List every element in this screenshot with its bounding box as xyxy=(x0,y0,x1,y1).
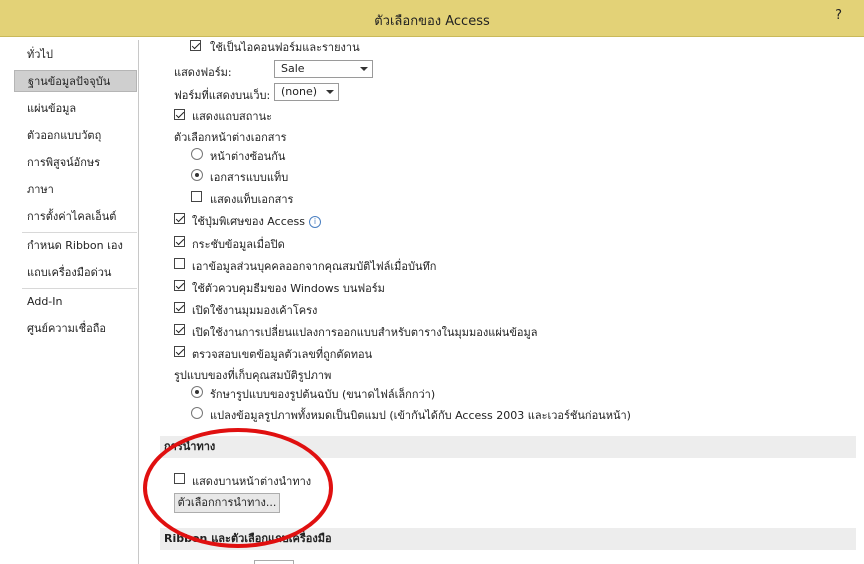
truncated-fields-checkbox[interactable] xyxy=(174,346,185,357)
compact-on-close-label: กระชับข้อมูลเมื่อปิด xyxy=(192,238,285,251)
navigation-options-button[interactable]: ตัวเลือกการนำทาง... xyxy=(174,493,280,513)
overlapping-windows-label: หน้าต่างซ้อนกัน xyxy=(210,150,286,163)
sidebar-divider xyxy=(22,288,137,289)
special-keys-checkbox[interactable] xyxy=(174,213,185,224)
sidebar-item-proofing[interactable]: การพิสูจน์อักษร xyxy=(14,152,137,174)
chevron-down-icon xyxy=(326,90,334,94)
remove-personal-info-label: เอาข้อมูลส่วนบุคคลออกจากคุณสมบัติไฟล์เมื… xyxy=(192,260,437,273)
sidebar-item-current-database[interactable]: ฐานข้อมูลปัจจุบัน xyxy=(14,70,137,92)
design-changes-checkbox[interactable] xyxy=(174,324,185,335)
web-display-form-dropdown[interactable]: (none) xyxy=(274,83,339,101)
tabbed-documents-label: เอกสารแบบแท็บ xyxy=(210,171,289,184)
windows-themed-controls-checkbox[interactable] xyxy=(174,280,185,291)
web-display-form-label: ฟอร์มที่แสดงบนเว็บ: xyxy=(174,89,271,102)
sidebar-item-quick-access-toolbar[interactable]: แถบเครื่องมือด่วน xyxy=(14,262,137,284)
info-icon: i xyxy=(308,216,321,228)
sidebar-item-datasheet[interactable]: แผ่นข้อมูล xyxy=(14,98,137,120)
status-bar-checkbox[interactable] xyxy=(174,109,185,120)
preserve-format-label: รักษารูปแบบของรูปต้นฉบับ (ขนาดไฟล์เล็กกว… xyxy=(210,388,436,401)
help-icon[interactable]: ? xyxy=(835,8,842,23)
show-document-tabs-checkbox[interactable] xyxy=(191,191,202,202)
status-bar-label: แสดงแถบสถานะ xyxy=(192,110,273,123)
truncated-fields-label: ตรวจสอบเขตข้อมูลตัวเลขที่ถูกตัดทอน xyxy=(192,348,373,361)
display-form-label: แสดงฟอร์ม: xyxy=(174,66,232,79)
sidebar-item-add-ins[interactable]: Add-In xyxy=(14,291,137,313)
sidebar-item-general[interactable]: ทั่วไป xyxy=(14,44,137,66)
show-document-tabs-label: แสดงแท็บเอกสาร xyxy=(210,193,294,206)
convert-bitmap-label: แปลงข้อมูลรูปภาพทั้งหมดเป็นบิตแมป (เข้าก… xyxy=(210,409,631,422)
form-icon-label: ใช้เป็นไอคอนฟอร์มและรายงาน xyxy=(210,41,360,54)
sidebar-item-customize-ribbon[interactable]: กำหนด Ribbon เอง xyxy=(14,235,137,257)
special-keys-row: ใช้ปุ่มพิเศษของ Access i xyxy=(192,212,321,230)
sidebar-divider xyxy=(22,232,137,233)
content-scrollbar[interactable] xyxy=(858,40,864,564)
window-title: ตัวเลือกของ Access xyxy=(374,14,490,29)
tabbed-documents-radio[interactable] xyxy=(191,169,203,181)
options-sidebar: ทั่วไป ฐานข้อมูลปัจจุบัน แผ่นข้อมูล ตัวอ… xyxy=(14,40,139,564)
special-keys-label: ใช้ปุ่มพิเศษของ Access xyxy=(192,215,305,228)
sidebar-item-client-settings[interactable]: การตั้งค่าไคลเอ็นต์ xyxy=(14,206,137,228)
show-navigation-pane-checkbox[interactable] xyxy=(174,473,185,484)
convert-bitmap-radio[interactable] xyxy=(191,407,203,419)
compact-on-close-checkbox[interactable] xyxy=(174,236,185,247)
chevron-down-icon xyxy=(360,67,368,71)
title-bar: ตัวเลือกของ Access ? xyxy=(0,0,864,37)
show-navigation-pane-label: แสดงบานหน้าต่างนำทาง xyxy=(192,475,312,488)
preserve-format-radio[interactable] xyxy=(191,386,203,398)
options-content-pane: ใช้เป็นไอคอนฟอร์มและรายงาน แสดงฟอร์ม: Sa… xyxy=(146,40,864,564)
web-display-form-value: (none) xyxy=(281,85,318,98)
display-form-dropdown[interactable]: Sale xyxy=(274,60,373,78)
sidebar-item-object-designers[interactable]: ตัวออกแบบวัตถุ xyxy=(14,125,137,147)
form-icon-checkbox[interactable] xyxy=(190,40,201,51)
windows-themed-controls-label: ใช้ตัวควบคุมธีมของ Windows บนฟอร์ม xyxy=(192,282,385,295)
remove-personal-info-checkbox[interactable] xyxy=(174,258,185,269)
document-window-options-label: ตัวเลือกหน้าต่างเอกสาร xyxy=(174,131,287,144)
sidebar-item-language[interactable]: ภาษา xyxy=(14,179,137,201)
design-changes-label: เปิดใช้งานการเปลี่ยนแปลงการออกแบบสำหรับต… xyxy=(192,326,538,339)
navigation-section-header: การนำทาง xyxy=(160,436,856,458)
ribbon-section-header: Ribbon และตัวเลือกแถบเครื่องมือ xyxy=(160,528,856,550)
overlapping-windows-radio[interactable] xyxy=(191,148,203,160)
partial-dropdown[interactable] xyxy=(254,560,294,564)
layout-view-checkbox[interactable] xyxy=(174,302,185,313)
display-form-value: Sale xyxy=(281,62,305,75)
sidebar-item-trust-center[interactable]: ศูนย์ความเชื่อถือ xyxy=(14,318,137,340)
layout-view-label: เปิดใช้งานมุมมองเค้าโครง xyxy=(192,304,318,317)
picture-storage-label: รูปแบบของที่เก็บคุณสมบัติรูปภาพ xyxy=(174,369,332,382)
